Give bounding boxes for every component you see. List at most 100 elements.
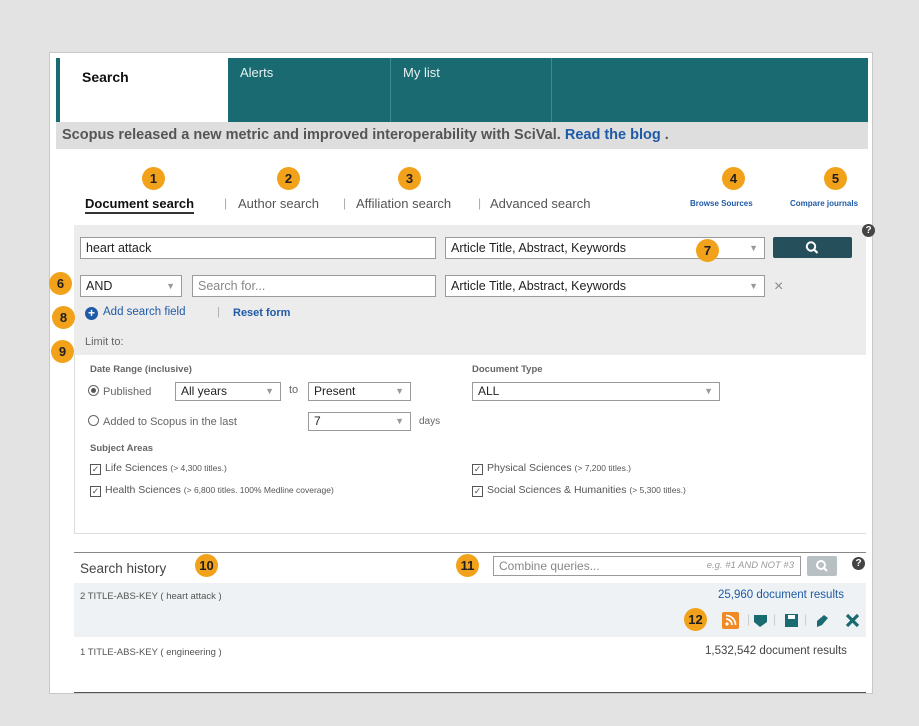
- days-select[interactable]: 7 ▼: [308, 412, 411, 431]
- subject-checkbox-social[interactable]: ✓ Social Sciences & Humanities (> 5,300 t…: [472, 484, 686, 497]
- search-button[interactable]: [773, 237, 852, 258]
- to-value: Present: [314, 384, 356, 398]
- subject-name: Social Sciences & Humanities: [487, 484, 627, 496]
- callout-7: 7: [696, 239, 719, 262]
- operator-value: AND: [86, 279, 113, 293]
- help-icon[interactable]: ?: [862, 224, 875, 237]
- search-scope-select-2[interactable]: Article Title, Abstract, Keywords ▼: [445, 275, 765, 297]
- subject-checkbox-health[interactable]: ✓ Health Sciences (> 6,800 titles. 100% M…: [90, 484, 334, 497]
- remove-field-icon[interactable]: ×: [774, 278, 783, 296]
- combine-placeholder: Combine queries...: [499, 559, 600, 573]
- tab-separator: |: [478, 196, 482, 210]
- limits-divider: [74, 533, 866, 534]
- subject-detail: (> 6,800 titles. 100% Medline coverage): [183, 485, 334, 495]
- subject-name: Life Sciences: [105, 462, 168, 474]
- subject-checkbox-physical[interactable]: ✓ Physical Sciences (> 7,200 titles.): [472, 462, 631, 475]
- history-results: 1,532,542 document results: [705, 645, 847, 657]
- document-type-select[interactable]: ALL ▼: [472, 382, 720, 401]
- callout-11: 11: [456, 554, 479, 577]
- callout-6: 6: [49, 272, 72, 295]
- callout-3: 3: [398, 167, 421, 190]
- tab-affiliation-search[interactable]: Affiliation search: [356, 196, 451, 211]
- days-label: days: [419, 416, 441, 427]
- combine-example: e.g. #1 AND NOT #3: [706, 560, 794, 571]
- callout-4: 4: [722, 167, 745, 190]
- callout-5: 5: [824, 167, 847, 190]
- help-icon[interactable]: ?: [852, 557, 865, 570]
- checkbox-checked-icon: ✓: [90, 486, 101, 497]
- combine-search-button[interactable]: [807, 556, 837, 576]
- add-search-field-link[interactable]: Add search field: [103, 306, 185, 318]
- chevron-down-icon: ▼: [265, 386, 274, 396]
- edit-icon[interactable]: [814, 612, 831, 629]
- tab-search[interactable]: Search: [60, 58, 228, 122]
- delete-icon[interactable]: [844, 612, 861, 629]
- subject-name: Physical Sciences: [487, 462, 572, 474]
- added-radio[interactable]: Added to Scopus in the last: [88, 414, 237, 428]
- callout-2: 2: [277, 167, 300, 190]
- published-radio[interactable]: Published: [88, 384, 151, 398]
- announcement-banner: Scopus released a new metric and improve…: [56, 122, 868, 149]
- chevron-down-icon: ▼: [166, 281, 175, 291]
- search-icon: [816, 560, 828, 572]
- alert-icon[interactable]: [752, 612, 769, 629]
- search-icon: [805, 241, 819, 254]
- compare-journals-link[interactable]: Compare journals: [790, 199, 858, 208]
- browse-sources-link[interactable]: Browse Sources: [690, 199, 753, 208]
- history-bottom-divider: [74, 692, 866, 693]
- chevron-down-icon: ▼: [395, 416, 404, 426]
- callout-8: 8: [52, 306, 75, 329]
- reset-form-link[interactable]: Reset form: [233, 307, 290, 319]
- chevron-down-icon: ▼: [749, 243, 758, 253]
- radio-unselected-icon: [88, 415, 99, 426]
- combine-queries-input[interactable]: Combine queries... e.g. #1 AND NOT #3: [493, 556, 801, 576]
- add-circle-icon[interactable]: +: [85, 307, 98, 320]
- icon-separator: |: [773, 612, 777, 626]
- history-divider: [74, 552, 866, 553]
- save-icon[interactable]: [783, 612, 800, 629]
- limits-divider: [74, 354, 75, 534]
- history-query: 1 TITLE-ABS-KEY ( engineering ): [80, 647, 222, 658]
- callout-12: 12: [684, 608, 707, 631]
- days-value: 7: [314, 414, 321, 428]
- boolean-operator-select[interactable]: AND ▼: [80, 275, 182, 297]
- scope-value: Article Title, Abstract, Keywords: [451, 279, 627, 293]
- search-history-title: Search history: [80, 561, 167, 576]
- to-year-select[interactable]: Present ▼: [308, 382, 411, 401]
- banner-suffix: .: [660, 127, 669, 143]
- subject-detail: (> 5,300 titles.): [629, 485, 686, 495]
- subject-areas-label: Subject Areas: [90, 443, 154, 454]
- subject-name: Health Sciences: [105, 484, 181, 496]
- banner-text: Scopus released a new metric and improve…: [62, 127, 561, 143]
- tab-advanced-search[interactable]: Advanced search: [490, 196, 590, 211]
- document-type-label: Document Type: [472, 364, 543, 375]
- published-label: Published: [103, 386, 152, 398]
- scope-value: Article Title, Abstract, Keywords: [451, 241, 627, 255]
- search-term-input-2[interactable]: Search for...: [192, 275, 436, 297]
- icon-separator: |: [747, 612, 751, 626]
- history-results-link[interactable]: 25,960 document results: [718, 589, 844, 601]
- date-range-label: Date Range (inclusive): [90, 364, 192, 375]
- to-label: to: [289, 384, 299, 396]
- read-blog-link[interactable]: Read the blog: [565, 127, 661, 143]
- added-label: Added to Scopus in the last: [103, 416, 237, 428]
- search-term-input[interactable]: heart attack: [80, 237, 436, 259]
- history-query: 2 TITLE-ABS-KEY ( heart attack ): [80, 591, 222, 602]
- radio-selected-icon: [88, 385, 99, 396]
- from-year-select[interactable]: All years ▼: [175, 382, 281, 401]
- document-type-value: ALL: [478, 384, 500, 398]
- chevron-down-icon: ▼: [395, 386, 404, 396]
- checkbox-checked-icon: ✓: [472, 464, 483, 475]
- callout-9: 9: [51, 340, 74, 363]
- rss-icon[interactable]: [722, 612, 739, 629]
- tab-author-search[interactable]: Author search: [238, 196, 319, 211]
- callout-1: 1: [142, 167, 165, 190]
- link-separator: |: [217, 306, 220, 318]
- subject-checkbox-life[interactable]: ✓ Life Sciences (> 4,300 titles.): [90, 462, 227, 475]
- tab-my-list[interactable]: My list: [391, 58, 552, 122]
- chevron-down-icon: ▼: [749, 281, 758, 291]
- tab-document-search[interactable]: Document search: [85, 196, 195, 214]
- icon-separator: |: [804, 612, 808, 626]
- callout-10: 10: [195, 554, 218, 577]
- tab-alerts[interactable]: Alerts: [228, 58, 391, 122]
